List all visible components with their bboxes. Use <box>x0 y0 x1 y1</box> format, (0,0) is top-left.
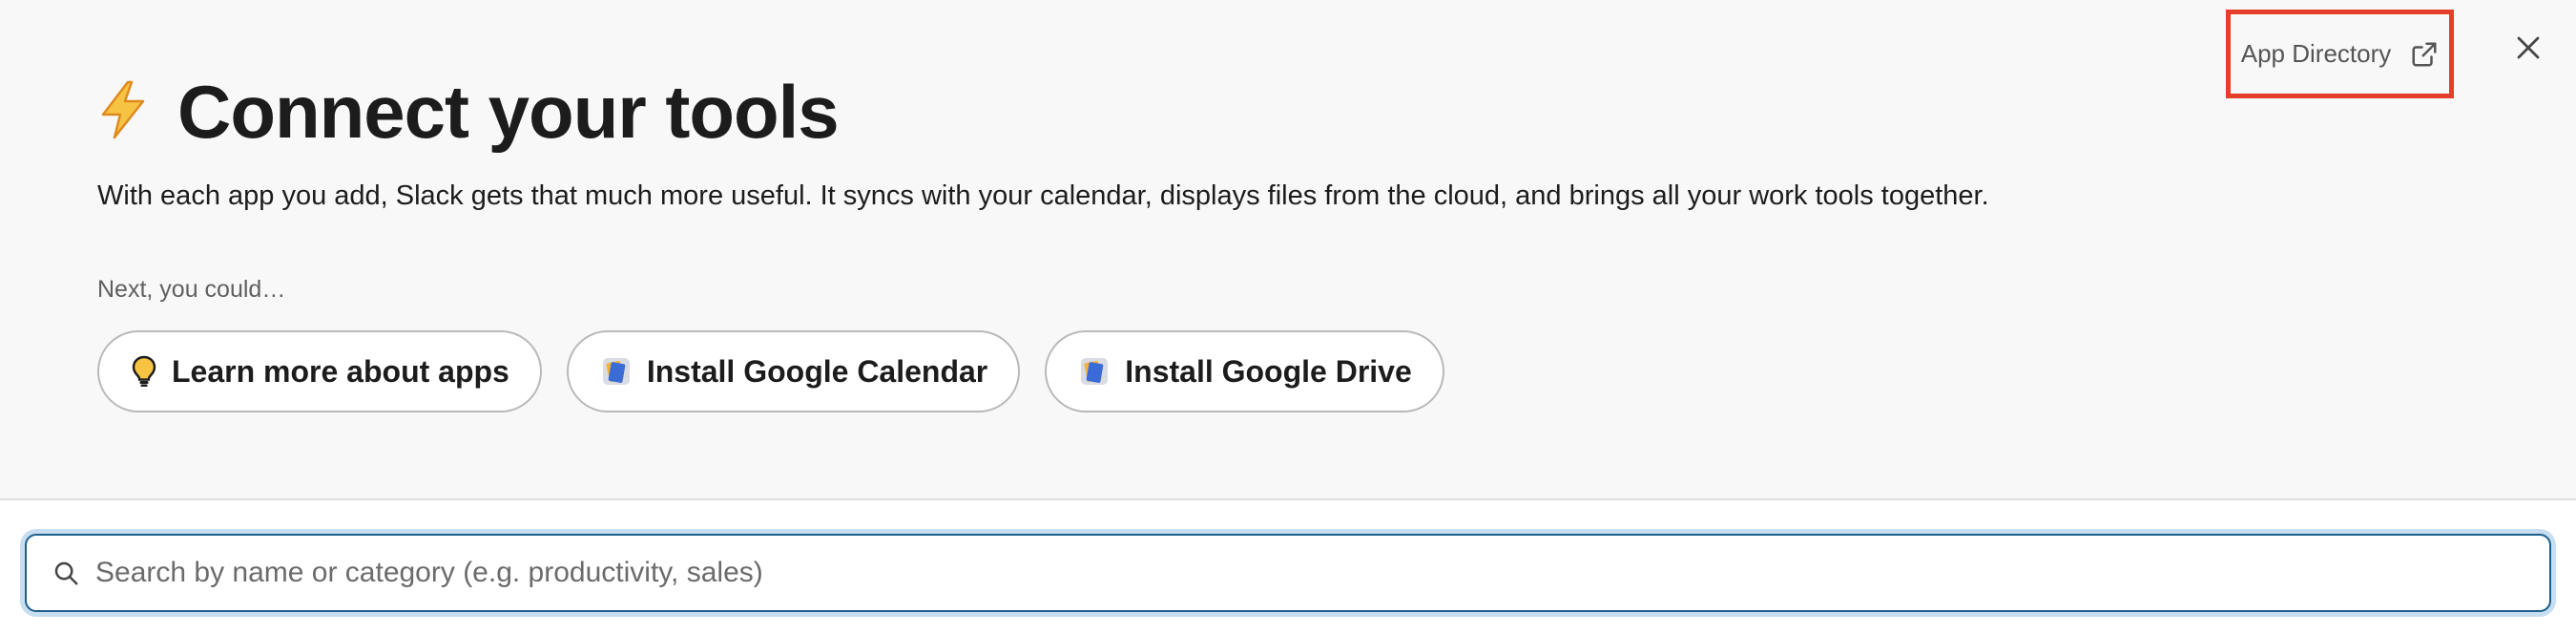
app-directory-link[interactable]: App Directory <box>2226 10 2454 98</box>
connect-tools-page: App Directory Connect your tools With ea… <box>0 0 2576 634</box>
app-directory-label: App Directory <box>2240 39 2392 68</box>
page-description: With each app you add, Slack gets that m… <box>97 180 1989 211</box>
suggestion-label: Learn more about apps <box>172 353 509 389</box>
lightning-bolt-icon <box>97 80 149 144</box>
search-bar[interactable] <box>25 534 2551 612</box>
search-icon <box>52 559 80 587</box>
app-icon <box>601 356 632 387</box>
search-input[interactable] <box>95 544 2481 602</box>
app-icon <box>1079 356 1110 387</box>
close-icon <box>2514 33 2543 67</box>
hero-section: App Directory Connect your tools With ea… <box>0 0 2576 500</box>
learn-more-apps-button[interactable]: Learn more about apps <box>97 330 542 412</box>
external-link-icon <box>2410 40 2439 69</box>
suggestion-label: Install Google Calendar <box>646 353 988 389</box>
page-title: Connect your tools <box>177 70 840 154</box>
close-button[interactable] <box>2507 29 2549 71</box>
install-google-drive-button[interactable]: Install Google Drive <box>1045 330 1444 412</box>
next-steps-label: Next, you could… <box>97 276 286 303</box>
title-row: Connect your tools <box>97 70 840 154</box>
install-google-calendar-button[interactable]: Install Google Calendar <box>566 330 1021 412</box>
suggestion-list: Learn more about apps Install Google Cal… <box>97 330 1444 412</box>
lightbulb-icon <box>132 355 156 388</box>
suggestion-label: Install Google Drive <box>1125 353 1412 389</box>
